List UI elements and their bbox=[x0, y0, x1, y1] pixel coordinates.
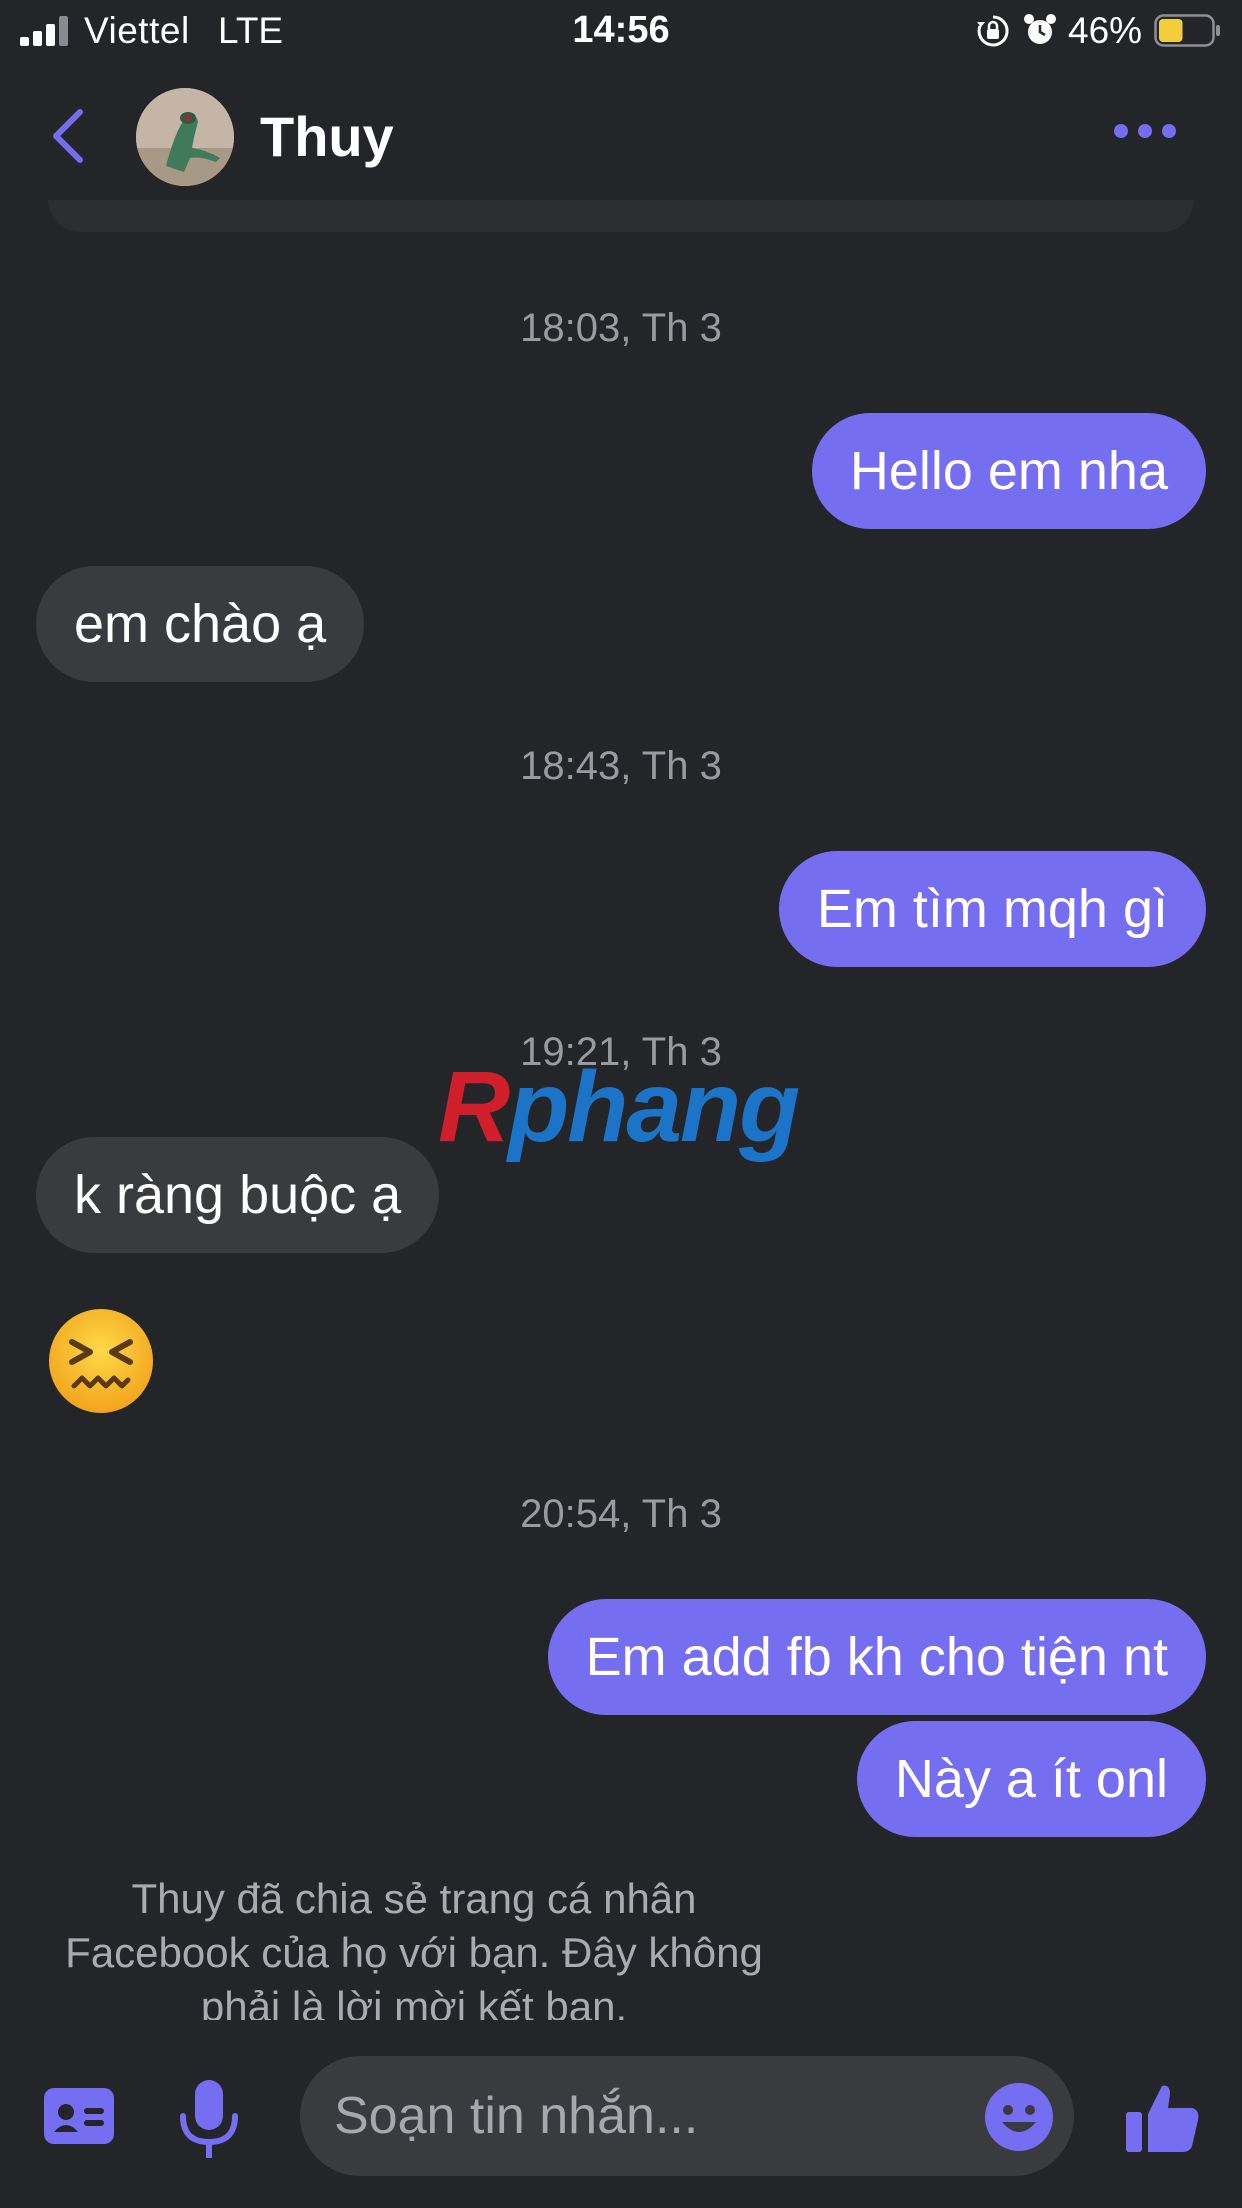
incoming-message[interactable]: em chào ạ bbox=[36, 566, 365, 682]
system-notice: Thuy đã chia sẻ trang cá nhân Facebook c… bbox=[65, 1875, 763, 2020]
message-input-placeholder: Soạn tin nhắn... bbox=[334, 2087, 699, 2145]
battery-icon bbox=[1154, 14, 1220, 47]
watermark-rest: phang bbox=[508, 1051, 800, 1163]
timestamp: 18:03, Th 3 bbox=[520, 306, 722, 350]
timestamp: 20:54, Th 3 bbox=[520, 1492, 722, 1536]
previous-message-edge bbox=[48, 200, 1194, 232]
contact-card-icon[interactable] bbox=[44, 2088, 114, 2144]
back-chevron-icon[interactable] bbox=[48, 106, 88, 166]
contact-name[interactable]: Thuy bbox=[260, 104, 394, 169]
outgoing-message[interactable]: Này a ít onl bbox=[856, 1721, 1206, 1837]
watermark-first-letter: R bbox=[438, 1051, 510, 1163]
contact-avatar[interactable] bbox=[136, 88, 234, 186]
battery-percent: 46% bbox=[1068, 10, 1143, 51]
outgoing-message[interactable]: Hello em nha bbox=[811, 413, 1206, 529]
message-composer: Soạn tin nhắn... bbox=[0, 2040, 1242, 2208]
thumbs-up-icon[interactable] bbox=[1124, 2080, 1200, 2156]
outgoing-message[interactable]: Em add fb kh cho tiện nt bbox=[547, 1599, 1206, 1715]
alarm-icon bbox=[1024, 14, 1056, 44]
rotation-lock-icon bbox=[977, 15, 1009, 47]
watermark-logo: Rphang bbox=[438, 1050, 800, 1165]
more-options-icon[interactable] bbox=[1112, 120, 1178, 142]
outgoing-message[interactable]: Em tìm mqh gì bbox=[778, 851, 1206, 967]
emoji-picker-icon[interactable] bbox=[984, 2082, 1054, 2152]
confounded-face-emoji[interactable] bbox=[46, 1306, 156, 1416]
incoming-message[interactable]: k ràng buộc ạ bbox=[36, 1137, 440, 1253]
avatar-image bbox=[136, 88, 234, 186]
microphone-icon[interactable] bbox=[176, 2078, 242, 2162]
timestamp: 18:43, Th 3 bbox=[520, 744, 722, 788]
status-bar: Viettel LTE 14:56 46% bbox=[0, 0, 1242, 62]
conversation-header: Thuy bbox=[0, 62, 1242, 212]
message-input[interactable]: Soạn tin nhắn... bbox=[300, 2056, 1074, 2176]
